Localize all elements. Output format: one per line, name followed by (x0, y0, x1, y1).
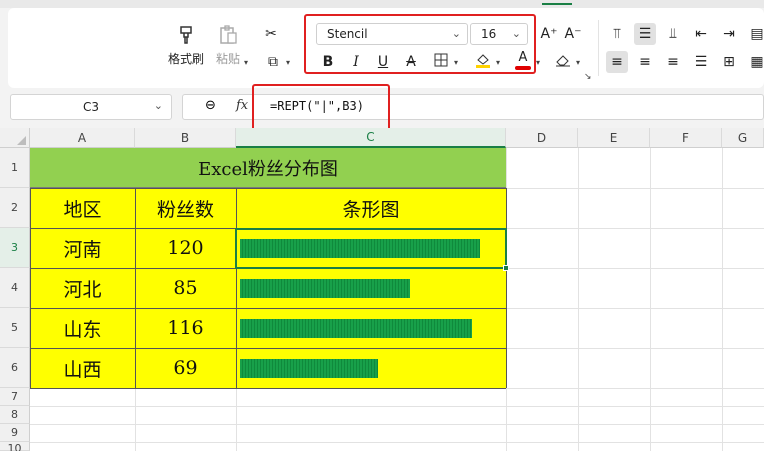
header-fans[interactable]: 粉丝数 (135, 188, 236, 228)
clear-format-button[interactable] (552, 51, 574, 73)
distributed-icon: ⊞ (723, 54, 735, 70)
font-color-dropdown-icon[interactable]: ▾ (536, 58, 540, 67)
align-top-icon: ⫪ (613, 26, 621, 42)
row-header-10[interactable]: 10 (0, 442, 30, 451)
merge-icon: ▦ (750, 54, 764, 70)
format-painter-label: 格式刷 (168, 52, 205, 66)
grow-font-button[interactable]: A⁺ (538, 23, 560, 45)
indent-icon: ⇥ (723, 26, 735, 42)
format-painter-button[interactable]: 格式刷 (168, 24, 204, 67)
column-header-B[interactable]: B (135, 128, 236, 148)
rept-bar (240, 279, 410, 298)
column-header-E[interactable]: E (578, 128, 650, 148)
row-header-4[interactable]: 4 (0, 268, 30, 308)
wrap-text-button[interactable]: ▤ (746, 23, 764, 45)
ribbon: 格式刷 粘贴 ▾ ✂ ⧉ ▾ Stencil ⌄ 16 ⌄ B I U A ▾ … (0, 0, 764, 94)
spreadsheet-window: 格式刷 粘贴 ▾ ✂ ⧉ ▾ Stencil ⌄ 16 ⌄ B I U A ▾ … (0, 0, 764, 451)
merge-button[interactable]: ▦ (746, 51, 764, 73)
region-cell[interactable]: 河北 (30, 268, 135, 308)
copy-dropdown-icon[interactable]: ▾ (286, 58, 290, 67)
cut-button[interactable]: ✂ (260, 23, 282, 45)
region-cell[interactable]: 山西 (30, 348, 135, 388)
paste-label: 粘贴 (216, 52, 241, 66)
justify-button[interactable]: ☰ (690, 51, 712, 73)
align-middle-button[interactable]: ☰ (634, 23, 656, 45)
align-right-button[interactable]: ≡ (662, 51, 684, 73)
increase-indent-button[interactable]: ⇥ (718, 23, 740, 45)
shrink-font-button[interactable]: A⁻ (562, 23, 584, 45)
active-cell-C3[interactable] (235, 228, 507, 269)
column-header-G[interactable]: G (722, 128, 764, 148)
row-header-3[interactable]: 3 (0, 228, 30, 268)
fill-handle[interactable] (503, 265, 509, 271)
align-left-button[interactable]: ≡ (606, 51, 628, 73)
align-center-button[interactable]: ≡ (634, 51, 656, 73)
align-bottom-icon: ⫫ (669, 26, 677, 42)
column-header-D[interactable]: D (506, 128, 578, 148)
row-header-1[interactable]: 1 (0, 148, 30, 188)
column-header-C[interactable]: C (236, 128, 506, 148)
outdent-icon: ⇤ (695, 26, 707, 42)
decrease-indent-button[interactable]: ⇤ (690, 23, 712, 45)
paste-dropdown-icon[interactable]: ▾ (244, 58, 248, 67)
name-box[interactable]: C3 ⌄ (10, 94, 172, 120)
fans-cell[interactable]: 120 (135, 228, 236, 268)
group-divider (598, 20, 599, 76)
clear-dropdown-icon[interactable]: ▾ (576, 58, 580, 67)
fans-cell[interactable]: 116 (135, 308, 236, 348)
align-bottom-button[interactable]: ⫫ (662, 23, 684, 45)
header-bar-chart[interactable]: 条形图 (236, 188, 506, 228)
wrap-icon: ▤ (750, 26, 764, 42)
copy-icon: ⧉ (268, 54, 278, 70)
paste-icon (217, 24, 239, 46)
copy-button[interactable]: ⧉ (262, 51, 284, 73)
row-header-2[interactable]: 2 (0, 188, 30, 228)
distributed-button[interactable]: ⊞ (718, 51, 740, 73)
active-tab-indicator (542, 3, 572, 5)
row-header-9[interactable]: 9 (0, 424, 30, 442)
format-painter-icon (175, 24, 197, 46)
font-dialog-launcher-icon[interactable]: ↘ (584, 72, 592, 82)
zoom-formula-icon[interactable]: ⊖ (205, 98, 216, 113)
chevron-down-icon: ⌄ (153, 99, 163, 112)
column-header-A[interactable]: A (30, 128, 135, 148)
row-header-5[interactable]: 5 (0, 308, 30, 348)
table-title-cell[interactable]: Excel粉丝分布图 (30, 148, 506, 188)
select-all-triangle-icon (17, 136, 26, 145)
row-header-7[interactable]: 7 (0, 388, 30, 406)
justify-icon: ☰ (694, 54, 708, 70)
align-left-icon: ≡ (611, 54, 623, 70)
header-region[interactable]: 地区 (30, 188, 135, 228)
align-middle-icon: ☰ (638, 26, 652, 42)
rept-bar (240, 359, 378, 378)
fans-cell[interactable]: 69 (135, 348, 236, 388)
align-top-button[interactable]: ⫪ (606, 23, 628, 45)
region-cell[interactable]: 山东 (30, 308, 135, 348)
fans-cell[interactable]: 85 (135, 268, 236, 308)
eraser-icon (555, 53, 571, 71)
column-header-F[interactable]: F (650, 128, 722, 148)
font-group-highlight (304, 14, 536, 74)
rept-bar (240, 319, 472, 338)
region-cell[interactable]: 河南 (30, 228, 135, 268)
scissors-icon: ✂ (265, 26, 277, 42)
align-center-icon: ≡ (639, 54, 651, 70)
align-right-icon: ≡ (667, 54, 679, 70)
tab-strip (0, 0, 764, 8)
row-header-8[interactable]: 8 (0, 406, 30, 424)
paste-button[interactable]: 粘贴 (216, 24, 240, 67)
fx-icon[interactable]: fx (236, 98, 248, 113)
row-header-6[interactable]: 6 (0, 348, 30, 388)
